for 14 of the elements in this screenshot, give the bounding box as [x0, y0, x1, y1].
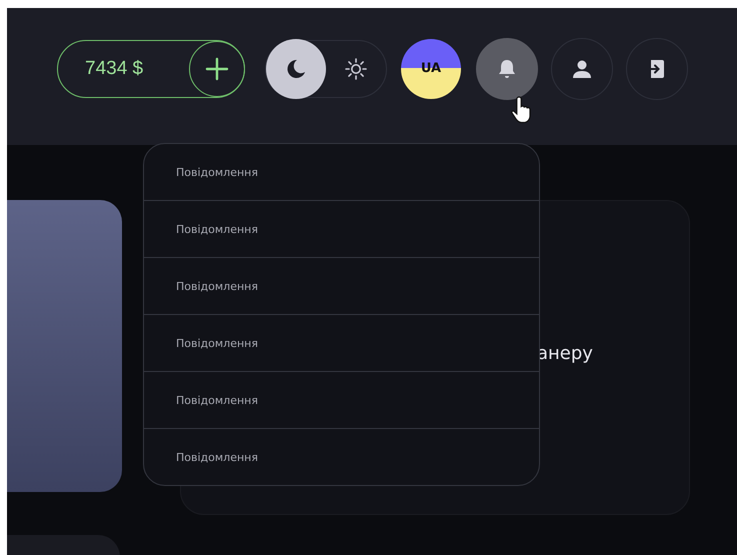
theme-option[interactable]	[266, 38, 326, 98]
add-funds-button[interactable]	[189, 40, 245, 96]
notification-item[interactable]: Повідомлення	[144, 428, 539, 485]
notification-item[interactable]: Повідомлення	[144, 314, 539, 371]
notification-item[interactable]: Повідомлення	[144, 200, 539, 257]
plus-icon	[205, 56, 229, 80]
banner-text: анеру	[537, 343, 593, 364]
notification-item[interactable]: Повідомлення	[144, 144, 539, 200]
profile-button[interactable]	[551, 38, 613, 100]
logout-button[interactable]	[626, 38, 688, 100]
notification-item[interactable]: Повідомлення	[144, 371, 539, 428]
notification-item[interactable]: Повідомлення	[144, 257, 539, 314]
sun-icon	[344, 56, 368, 80]
balance-amount: 7434 $	[84, 58, 144, 80]
